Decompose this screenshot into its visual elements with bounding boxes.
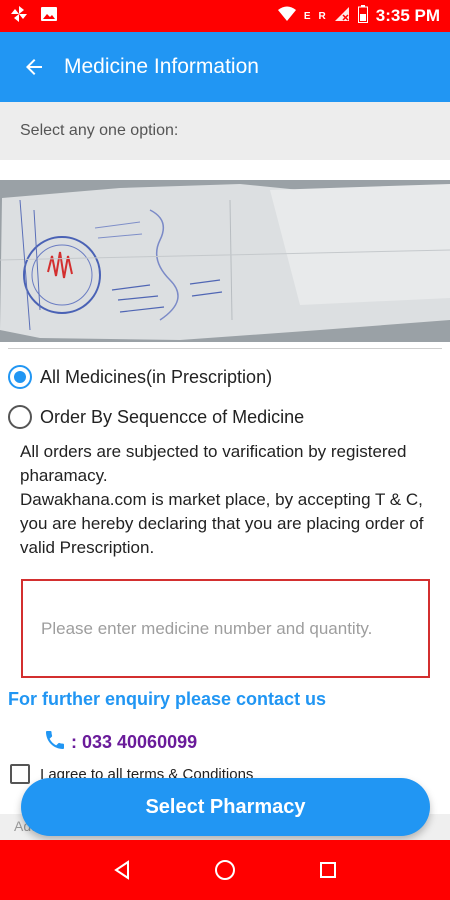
page-title: Medicine Information: [64, 55, 259, 78]
option-label: All Medicines(in Prescription): [40, 366, 273, 387]
divider: [8, 348, 442, 349]
option-label: Order By Sequencce of Medicine: [40, 406, 305, 427]
status-right: E R 3:35 PM: [277, 4, 440, 28]
select-pharmacy-button[interactable]: Select Pharmacy: [21, 778, 430, 836]
back-triangle-icon[interactable]: [102, 850, 142, 890]
notice-line-1: All orders are subjected to varification…: [20, 442, 407, 485]
option-all-medicines[interactable]: All Medicines(in Prescription): [8, 365, 272, 389]
option-hint: Select any one option:: [0, 102, 450, 160]
terms-checkbox[interactable]: [10, 764, 30, 784]
navigation-bar: [0, 840, 450, 900]
phone-number[interactable]: : 033 40060099: [71, 732, 197, 753]
phone-contact[interactable]: : 033 40060099: [43, 728, 197, 757]
status-bar: E R 3:35 PM: [0, 0, 450, 32]
option-order-by-sequence[interactable]: Order By Sequencce of Medicine: [8, 405, 304, 429]
image-icon: [40, 5, 58, 28]
battery-icon: [357, 4, 368, 28]
radio-unselected-icon[interactable]: [8, 405, 32, 429]
medicine-input[interactable]: [41, 618, 428, 639]
signal-r-icon: R: [318, 10, 326, 22]
arrow-left-icon[interactable]: [22, 52, 52, 82]
prescription-image[interactable]: [0, 180, 450, 342]
radio-selected-icon[interactable]: [8, 365, 32, 389]
pinwheel-icon: [10, 5, 28, 28]
medicine-input-box[interactable]: [21, 579, 430, 678]
recents-square-icon[interactable]: [308, 850, 348, 890]
status-time: 3:35 PM: [375, 6, 440, 25]
enquiry-text: For further enquiry please contact us: [8, 689, 327, 709]
notice-line-2: Dawakhana.com is market place, by accept…: [20, 490, 424, 557]
notice-text: All orders are subjected to varification…: [20, 440, 440, 560]
home-circle-icon[interactable]: [205, 850, 245, 890]
phone-icon[interactable]: [43, 728, 67, 757]
signal-e-icon: E: [303, 10, 311, 22]
status-left: [10, 5, 58, 28]
wifi-icon: [277, 6, 296, 27]
app-bar: Medicine Information: [0, 32, 450, 102]
signal-off-icon: [334, 6, 350, 27]
